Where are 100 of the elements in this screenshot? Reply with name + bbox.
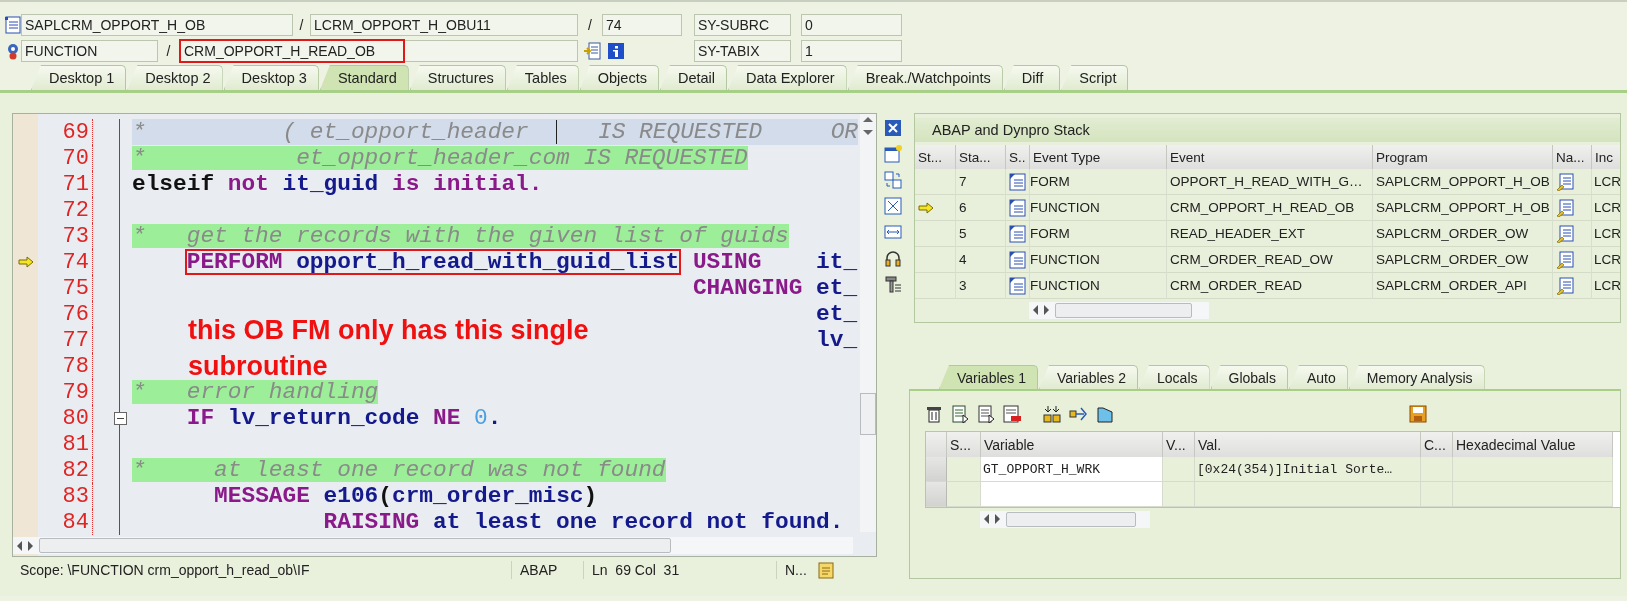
edit-document-icon[interactable] bbox=[1556, 198, 1574, 217]
table-cell: FORM bbox=[1030, 169, 1167, 195]
table-cell bbox=[1163, 457, 1195, 482]
line-number: 77 bbox=[61, 327, 90, 353]
input-field[interactable]: SAPLCRM_OPPORT_H_OB bbox=[21, 13, 293, 36]
table-cell: 7 bbox=[956, 169, 1006, 195]
table-cell bbox=[947, 457, 981, 482]
new-window-icon[interactable] bbox=[884, 145, 902, 163]
sort-icon[interactable] bbox=[1043, 405, 1061, 423]
column-header[interactable]: Variable bbox=[981, 432, 1163, 457]
code-text: et_ bbox=[816, 302, 858, 326]
table-cell: LCR bbox=[1592, 195, 1620, 221]
code-text: RAISING at least one record not found. bbox=[323, 510, 844, 534]
code-text: elseif not it_guid is initial. bbox=[132, 172, 543, 196]
table-cell: LCR bbox=[1592, 247, 1620, 273]
column-header[interactable]: V... bbox=[1163, 432, 1195, 457]
headset-icon[interactable] bbox=[884, 249, 902, 267]
tab[interactable]: Memory Analysis bbox=[1348, 365, 1485, 389]
column-header[interactable]: Val. bbox=[1195, 432, 1421, 457]
code-text: USING bbox=[692, 250, 762, 274]
table-cell: FUNCTION bbox=[1030, 195, 1167, 221]
separator-text: / bbox=[298, 16, 305, 33]
column-header[interactable]: Inc bbox=[1592, 145, 1620, 169]
tab[interactable]: Locals bbox=[1139, 365, 1210, 389]
field-label: SY-TABIX bbox=[694, 39, 791, 62]
arrow-icon bbox=[17, 256, 34, 268]
text-cursor bbox=[556, 120, 557, 144]
document-icon bbox=[1008, 224, 1026, 243]
table-cell[interactable]: GT_OPPORT_H_WRK bbox=[981, 457, 1163, 482]
column-header[interactable]: Hexadecimal Value bbox=[1453, 432, 1613, 457]
line-number: 84 bbox=[61, 509, 90, 535]
table-cell: 3 bbox=[956, 273, 1006, 299]
collapse-icon[interactable] bbox=[114, 411, 127, 425]
save-icon[interactable] bbox=[1409, 405, 1427, 423]
tab[interactable]: Desktop 2 bbox=[127, 65, 223, 90]
table-cell: FUNCTION bbox=[1030, 273, 1167, 299]
tab[interactable]: Detail bbox=[659, 65, 727, 90]
line-number: 74 bbox=[61, 249, 90, 275]
input-field[interactable]: 74 bbox=[602, 13, 682, 36]
tab[interactable]: Diff bbox=[1003, 65, 1061, 90]
column-header[interactable]: Program bbox=[1373, 145, 1553, 169]
table-cell: SAPLCRM_ORDER_OW bbox=[1373, 247, 1553, 273]
table-cell: FORM bbox=[1030, 221, 1167, 247]
table-cell: 5 bbox=[956, 221, 1006, 247]
width-icon[interactable] bbox=[884, 223, 902, 241]
code-text: MESSAGE e106(crm_order_misc) bbox=[214, 484, 598, 508]
table-cell: SAPLCRM_OPPORT_H_OB bbox=[1373, 195, 1553, 221]
table-cell: SAPLCRM_ORDER_API bbox=[1373, 273, 1553, 299]
tab[interactable]: Objects bbox=[579, 65, 659, 90]
column-header[interactable]: St... bbox=[915, 145, 956, 169]
list-icon bbox=[3, 15, 22, 34]
line-number: 70 bbox=[61, 145, 90, 171]
trash-icon[interactable] bbox=[925, 405, 943, 423]
edit-document-icon[interactable] bbox=[1556, 250, 1574, 269]
tab[interactable]: Globals bbox=[1210, 365, 1288, 389]
input-field[interactable]: FUNCTION bbox=[21, 39, 158, 62]
code-text: * ( et_opport_header bbox=[132, 120, 529, 144]
input-field[interactable] bbox=[981, 482, 1163, 507]
edit-document-icon[interactable] bbox=[1556, 172, 1574, 191]
tab[interactable]: Auto bbox=[1288, 365, 1348, 389]
column-header[interactable]: Event Type bbox=[1030, 145, 1167, 169]
input-field[interactable]: CRM_OPPORT_H_READ_OB bbox=[179, 39, 578, 62]
edit-document-icon[interactable] bbox=[1556, 276, 1574, 295]
tool-icon[interactable] bbox=[884, 275, 902, 293]
column-header[interactable]: Sta... bbox=[956, 145, 1006, 169]
column-header[interactable]: S.. bbox=[1006, 145, 1030, 169]
flow-icon[interactable] bbox=[1069, 405, 1087, 423]
shape-icon[interactable] bbox=[1095, 405, 1113, 423]
column-header[interactable]: S... bbox=[947, 432, 981, 457]
tab[interactable]: Variables 2 bbox=[1039, 365, 1139, 389]
tab[interactable]: Standard bbox=[319, 65, 409, 90]
edit-document-icon[interactable] bbox=[1556, 224, 1574, 243]
table-cell: CRM_ORDER_READ_OW bbox=[1167, 247, 1373, 273]
tab[interactable]: Desktop 1 bbox=[31, 65, 127, 90]
tab[interactable]: Tables bbox=[506, 65, 579, 90]
column-header[interactable]: Na... bbox=[1553, 145, 1592, 169]
column-header[interactable]: Event bbox=[1167, 145, 1373, 169]
language-text: ABAP bbox=[512, 561, 584, 579]
value-field: 1 bbox=[801, 39, 902, 62]
list-delete-icon[interactable] bbox=[1003, 405, 1021, 423]
table-cell: LCR bbox=[1592, 169, 1620, 195]
tab[interactable]: Script bbox=[1061, 65, 1129, 90]
tab[interactable]: Break./Watchpoints bbox=[847, 65, 1003, 90]
tab[interactable]: Variables 1 bbox=[939, 365, 1038, 389]
document-icon bbox=[1008, 172, 1026, 191]
table-cell: LCR bbox=[1592, 273, 1620, 299]
code-text: IF lv_return_code NE 0. bbox=[186, 406, 502, 430]
info-icon[interactable] bbox=[607, 41, 625, 60]
code-text: * get the records with the given list of guids bbox=[132, 224, 789, 248]
code-text: it_ bbox=[816, 250, 858, 274]
input-field[interactable]: LCRM_OPPORT_H_OBU11 bbox=[310, 13, 578, 36]
close-icon[interactable] bbox=[884, 119, 902, 137]
swap-icon[interactable] bbox=[884, 171, 902, 189]
fullscreen-icon[interactable] bbox=[884, 197, 902, 215]
tab[interactable]: Data Explorer bbox=[728, 65, 847, 90]
tab[interactable]: Desktop 3 bbox=[223, 65, 319, 90]
separator-text: / bbox=[165, 42, 172, 59]
table-cell: FUNCTION bbox=[1030, 247, 1167, 273]
tab[interactable]: Structures bbox=[409, 65, 506, 90]
column-header[interactable]: C... bbox=[1421, 432, 1453, 457]
